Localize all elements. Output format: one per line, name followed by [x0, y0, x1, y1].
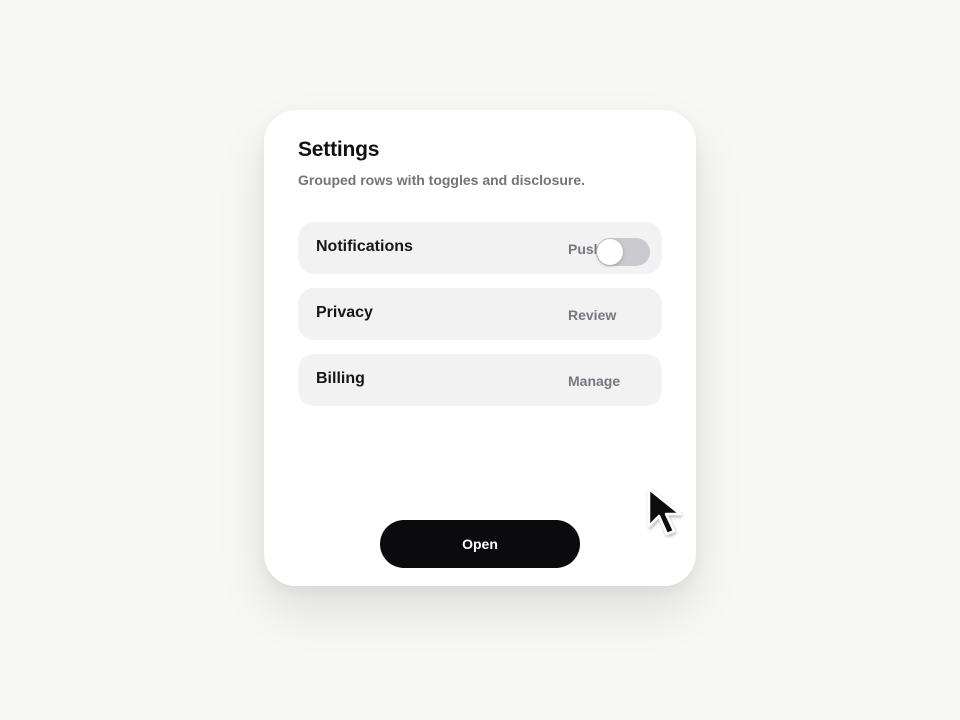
row-value: Push	[568, 241, 598, 257]
mouse-pointer-icon	[647, 487, 682, 536]
card-title: Settings	[298, 138, 380, 161]
card-subtitle: Grouped rows with toggles and disclosure…	[298, 172, 586, 188]
row-label: Notifications	[316, 238, 413, 255]
toggle-knob	[597, 239, 623, 265]
row-label: Billing	[316, 370, 365, 387]
row-label: Privacy	[316, 304, 373, 321]
row-value: Review	[568, 307, 617, 323]
row-value: Manage	[568, 373, 621, 389]
notifications-toggle[interactable]	[596, 238, 650, 266]
settings-card: Settings Grouped rows with toggles and d…	[264, 110, 696, 586]
settings-row-privacy[interactable]: Privacy Review	[298, 288, 662, 340]
open-button[interactable]: Open	[380, 520, 580, 568]
settings-row-notifications[interactable]: Notifications Push	[298, 222, 662, 274]
settings-row-billing[interactable]: Billing Manage	[298, 354, 662, 406]
